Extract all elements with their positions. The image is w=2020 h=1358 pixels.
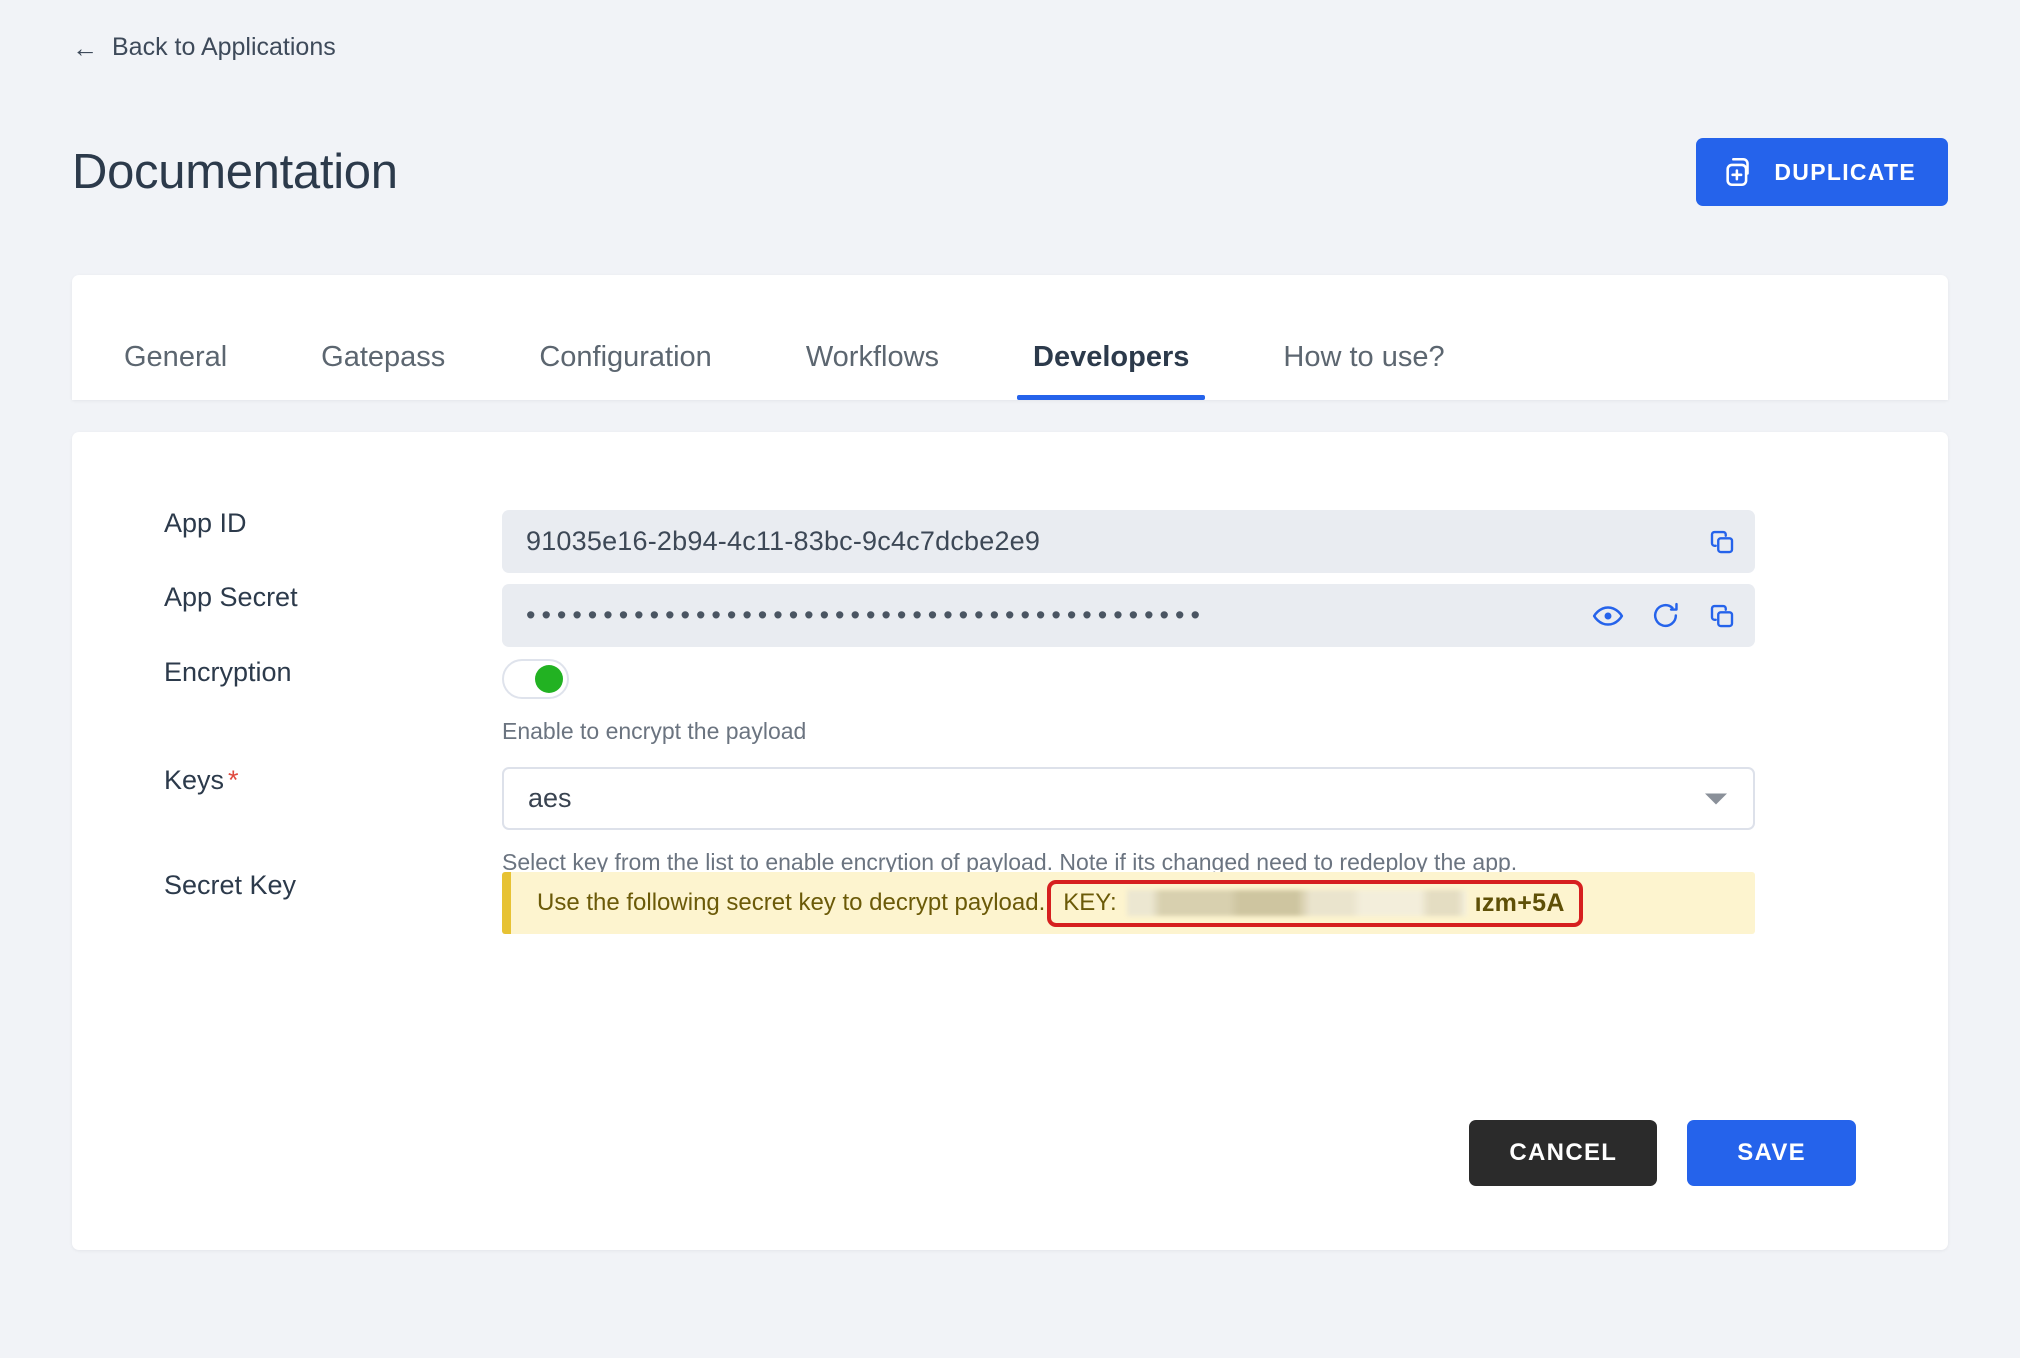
secret-key-banner-text: Use the following secret key to decrypt …	[537, 889, 1046, 916]
back-to-applications-link[interactable]: ← Back to Applications	[72, 33, 336, 62]
tab-workflows[interactable]: Workflows	[798, 341, 947, 400]
cancel-button[interactable]: CANCEL	[1469, 1120, 1658, 1186]
secret-key-value-tail: ızm+5A	[1474, 888, 1565, 917]
form-actions: CANCEL SAVE	[1469, 1120, 1856, 1186]
encryption-row: Encryption Enable to encrypt the payload	[72, 659, 806, 747]
secret-key-banner: Use the following secret key to decrypt …	[502, 872, 1755, 934]
keys-selected-value: aes	[528, 783, 572, 813]
tabs-card: General Gatepass Configuration Workflows…	[72, 275, 1948, 400]
page-header: Documentation DUPLICATE	[72, 132, 1948, 212]
tab-bar: General Gatepass Configuration Workflows…	[72, 275, 1948, 400]
app-page: ← Back to Applications Documentation DUP…	[0, 0, 2020, 1358]
secret-key-row: Secret Key Use the following secret key …	[72, 872, 1755, 934]
copy-icon[interactable]	[1707, 527, 1737, 557]
app-id-field[interactable]: 91035e16-2b94-4c11-83bc-9c4c7dcbe2e9	[502, 510, 1755, 573]
save-button[interactable]: SAVE	[1687, 1120, 1856, 1186]
keys-label: Keys *	[72, 767, 502, 794]
duplicate-icon	[1722, 155, 1756, 189]
app-secret-row: App Secret •••••••••••••••••••••••••••••…	[72, 584, 1755, 647]
tab-gatepass[interactable]: Gatepass	[313, 341, 453, 400]
app-secret-field[interactable]: ••••••••••••••••••••••••••••••••••••••••…	[502, 584, 1755, 647]
tab-general[interactable]: General	[116, 341, 235, 400]
tab-configuration[interactable]: Configuration	[531, 341, 720, 400]
back-link-label: Back to Applications	[112, 33, 336, 61]
duplicate-button[interactable]: DUPLICATE	[1696, 138, 1948, 206]
app-id-row: App ID 91035e16-2b94-4c11-83bc-9c4c7dcbe…	[72, 510, 1755, 573]
secret-key-key-label: KEY:	[1063, 889, 1117, 916]
encryption-toggle[interactable]	[502, 659, 569, 699]
keys-label-text: Keys	[164, 765, 225, 795]
eye-icon[interactable]	[1592, 600, 1624, 632]
required-marker: *	[228, 765, 239, 795]
toggle-knob	[535, 665, 563, 693]
chevron-down-icon	[1705, 793, 1727, 804]
keys-row: Keys * aes Select key from the list to en…	[72, 767, 1755, 878]
duplicate-button-label: DUPLICATE	[1774, 158, 1916, 185]
secret-key-redacted-value	[1126, 890, 1467, 916]
app-secret-actions	[1592, 584, 1737, 647]
encryption-control: Enable to encrypt the payload	[502, 659, 806, 747]
app-id-value: 91035e16-2b94-4c11-83bc-9c4c7dcbe2e9	[526, 526, 1041, 556]
keys-select[interactable]: aes	[502, 767, 1755, 830]
developers-panel: App ID 91035e16-2b94-4c11-83bc-9c4c7dcbe…	[72, 432, 1948, 1250]
secret-key-annotation: KEY: ızm+5A	[1047, 879, 1583, 927]
app-secret-label: App Secret	[164, 582, 298, 612]
keys-control: aes Select key from the list to enable e…	[502, 767, 1755, 878]
copy-icon[interactable]	[1707, 601, 1737, 631]
app-id-actions	[1707, 510, 1737, 573]
refresh-icon[interactable]	[1650, 600, 1681, 631]
secret-key-label: Secret Key	[164, 870, 297, 900]
tab-developers[interactable]: Developers	[1017, 341, 1206, 400]
app-id-label: App ID	[164, 508, 247, 538]
tab-how-to-use[interactable]: How to use?	[1275, 341, 1452, 400]
encryption-helper: Enable to encrypt the payload	[502, 718, 807, 744]
arrow-left-icon: ←	[72, 32, 98, 63]
encryption-label: Encryption	[164, 657, 292, 687]
app-secret-value: ••••••••••••••••••••••••••••••••••••••••…	[526, 600, 1206, 630]
page-title: Documentation	[72, 144, 398, 199]
